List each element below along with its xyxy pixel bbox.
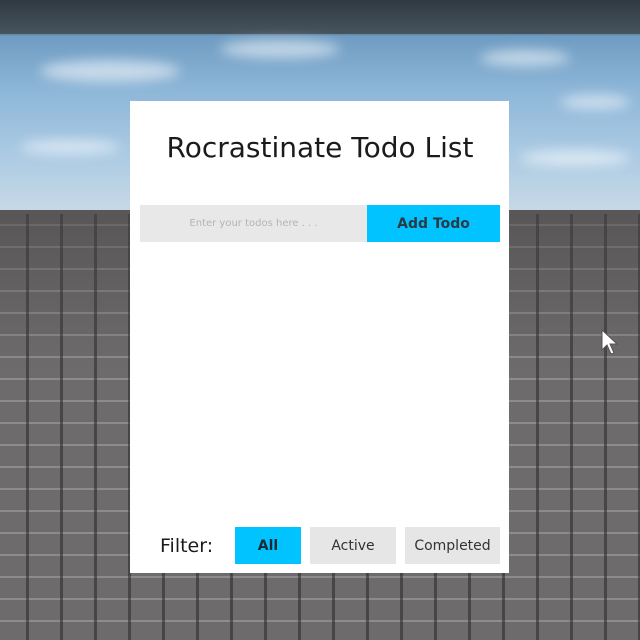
- add-todo-button[interactable]: Add Todo: [367, 205, 500, 242]
- game-viewport: Rocrastinate Todo List Add Todo Filter: …: [0, 0, 640, 640]
- filter-all-button[interactable]: All: [235, 527, 301, 564]
- arrow-cursor-icon: [601, 329, 619, 355]
- cloud: [480, 50, 570, 66]
- filter-active-button[interactable]: Active: [310, 527, 396, 564]
- todo-list: [140, 250, 500, 510]
- cloud: [220, 40, 340, 58]
- top-bar: [0, 0, 640, 34]
- todo-input[interactable]: [140, 205, 367, 242]
- cloud: [560, 95, 630, 109]
- cloud: [40, 60, 180, 82]
- filter-label: Filter:: [160, 535, 214, 557]
- page-title: Rocrastinate Todo List: [166, 131, 474, 164]
- filter-completed-button[interactable]: Completed: [405, 527, 500, 564]
